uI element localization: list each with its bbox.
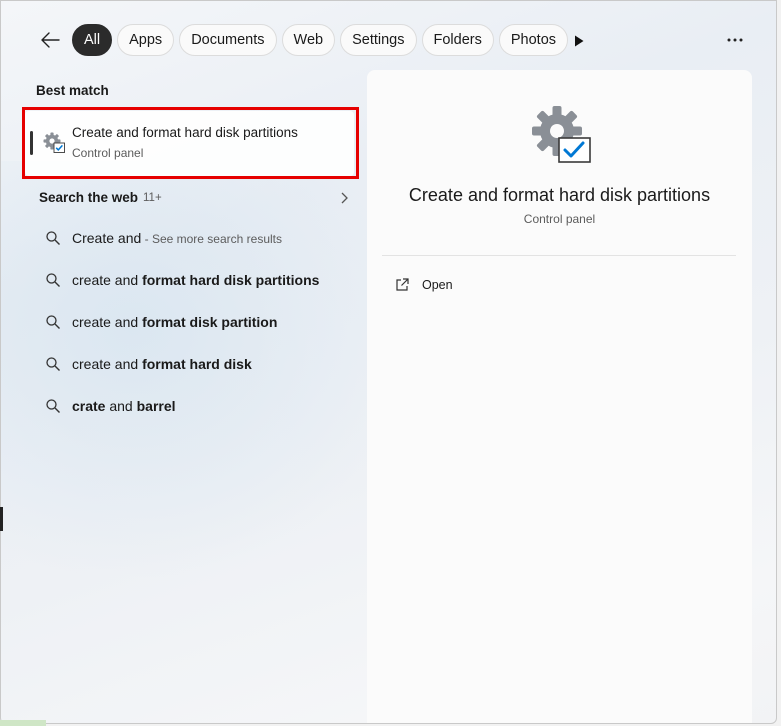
tab-folders[interactable]: Folders — [421, 24, 494, 56]
suggestion-text: create and format hard disk partitions — [72, 272, 320, 288]
tab-web[interactable]: Web — [281, 24, 336, 56]
tab-apps[interactable]: Apps — [117, 24, 175, 56]
search-window: All Apps Documents Web Settings Folders … — [0, 0, 777, 724]
search-web-count: 11+ — [143, 192, 162, 204]
filter-tabs: All Apps Documents Web Settings Folders … — [72, 24, 569, 56]
chevron-right-icon[interactable] — [337, 190, 351, 206]
control-panel-gear-icon — [532, 106, 591, 163]
more-options-button[interactable] — [720, 27, 750, 53]
tab-photos[interactable]: Photos — [498, 24, 569, 56]
best-match-title: Create and format hard disk partitions — [72, 125, 298, 140]
search-icon — [46, 357, 60, 371]
suggestion-text: create and format disk partition — [72, 314, 278, 330]
back-arrow-icon — [41, 32, 60, 48]
search-icon — [46, 273, 60, 287]
background-window-edge — [0, 507, 3, 531]
web-suggestion-item[interactable]: create and format disk partition — [35, 305, 355, 339]
open-external-icon — [396, 278, 409, 291]
selection-indicator — [30, 131, 33, 155]
best-match-heading: Best match — [36, 83, 109, 98]
best-match-item[interactable] — [25, 111, 354, 176]
web-suggestion-item[interactable]: create and format hard disk — [35, 347, 355, 381]
search-web-heading: Search the web — [39, 190, 139, 205]
search-icon — [46, 231, 60, 245]
suggestion-text: crate and barrel — [72, 398, 176, 414]
play-icon — [575, 35, 584, 47]
web-suggestion-item[interactable]: crate and barrel — [35, 389, 355, 423]
back-button[interactable] — [35, 25, 65, 55]
open-button[interactable]: Open — [385, 271, 585, 299]
search-icon — [46, 315, 60, 329]
background-window-edge — [0, 720, 46, 726]
preview-panel — [367, 70, 752, 723]
tab-settings[interactable]: Settings — [340, 24, 417, 56]
suggestion-text: Create and - See more search results — [72, 230, 282, 246]
web-suggestion-item[interactable]: Create and - See more search results — [35, 221, 355, 255]
search-icon — [46, 399, 60, 413]
preview-title: Create and format hard disk partitions — [408, 185, 711, 205]
tab-all[interactable]: All — [72, 24, 113, 56]
best-match-subtitle: Control panel — [72, 146, 144, 160]
divider — [382, 255, 736, 256]
more-filters-button[interactable] — [567, 29, 591, 53]
ellipsis-icon — [727, 38, 743, 42]
open-label: Open — [422, 278, 453, 292]
preview-subtitle: Control panel — [523, 212, 596, 226]
control-panel-gear-icon — [43, 132, 65, 153]
web-suggestion-item[interactable]: create and format hard disk partitions — [35, 263, 355, 297]
tab-documents[interactable]: Documents — [179, 24, 277, 56]
suggestion-text: create and format hard disk — [72, 356, 252, 372]
